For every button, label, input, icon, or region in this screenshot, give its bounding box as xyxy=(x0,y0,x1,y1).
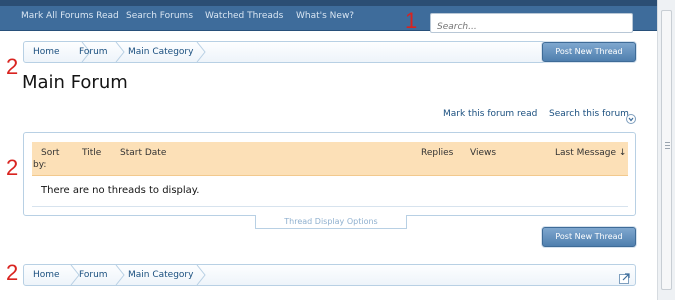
thread-list: Sort by: Title Start Date Replies Views … xyxy=(23,132,636,216)
post-new-thread-button[interactable]: Post New Thread xyxy=(542,42,636,62)
nav-whats-new[interactable]: What's New? xyxy=(296,11,354,21)
thread-display-options-toggle[interactable]: Thread Display Options xyxy=(255,215,407,229)
search-forum-link[interactable]: Search this forum xyxy=(549,109,629,119)
breadcrumb-bottom: Home Forum Main Category xyxy=(23,264,636,286)
annotation-number-2: 2 xyxy=(6,155,19,180)
column-last-message[interactable]: Last Message ↓ xyxy=(555,148,626,158)
empty-message: There are no threads to display. xyxy=(41,185,200,196)
breadcrumb-separator-icon xyxy=(115,42,125,62)
scrollbar-thumb[interactable] xyxy=(661,10,672,290)
grip-icon xyxy=(665,145,670,146)
external-link-icon[interactable] xyxy=(619,269,630,284)
annotation-number-1: 1 xyxy=(405,8,418,33)
annotation-number-2: 2 xyxy=(6,260,19,285)
post-new-thread-button[interactable]: Post New Thread xyxy=(542,227,636,247)
page-title: Main Forum xyxy=(22,72,128,93)
breadcrumb-main-category[interactable]: Main Category xyxy=(128,265,193,285)
nav-search-forums[interactable]: Search Forums xyxy=(126,11,193,21)
chevron-down-icon[interactable] xyxy=(626,109,636,124)
column-start-date[interactable]: Start Date xyxy=(120,148,166,158)
search-input[interactable] xyxy=(435,18,629,36)
thread-list-header: Sort by: Title Start Date Replies Views … xyxy=(32,142,628,176)
breadcrumb-main-category[interactable]: Main Category xyxy=(128,42,193,62)
breadcrumb-home[interactable]: Home xyxy=(33,42,60,62)
nav-mark-all-read[interactable]: Mark All Forums Read xyxy=(21,11,119,21)
breadcrumb-separator-icon xyxy=(115,265,125,285)
breadcrumb-separator-icon xyxy=(196,42,206,62)
breadcrumb-home[interactable]: Home xyxy=(33,265,60,285)
breadcrumb-forum[interactable]: Forum xyxy=(79,42,108,62)
column-replies[interactable]: Replies xyxy=(421,148,453,158)
nav-watched-threads[interactable]: Watched Threads xyxy=(205,11,283,21)
annotation-number-2: 2 xyxy=(6,54,19,79)
mark-forum-read-link[interactable]: Mark this forum read xyxy=(443,109,537,119)
column-views[interactable]: Views xyxy=(470,148,496,158)
breadcrumb-separator-icon xyxy=(196,265,206,285)
forum-page: Mark All Forums Read Search Forums Watch… xyxy=(0,0,657,300)
sort-label-suffix: by: xyxy=(33,160,47,170)
grip-icon xyxy=(665,148,670,149)
search-field[interactable] xyxy=(430,13,633,36)
grip-icon xyxy=(665,142,670,143)
vertical-scrollbar[interactable] xyxy=(657,0,675,300)
divider xyxy=(32,206,628,207)
breadcrumb-forum[interactable]: Forum xyxy=(79,265,108,285)
sort-label: Sort xyxy=(41,148,60,158)
column-title[interactable]: Title xyxy=(82,148,101,158)
